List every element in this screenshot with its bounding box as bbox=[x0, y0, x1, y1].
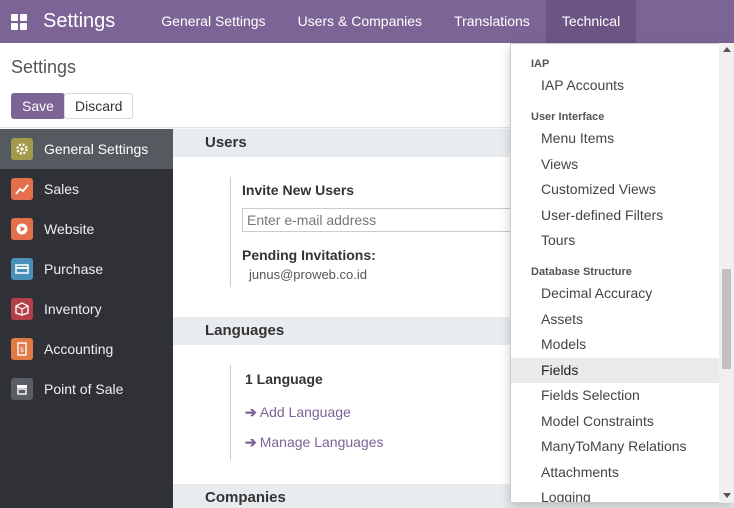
svg-text:$: $ bbox=[20, 346, 24, 354]
scroll-down-icon[interactable] bbox=[723, 493, 731, 498]
sidebar-item-label: General Settings bbox=[44, 141, 149, 157]
sidebar-item-accounting[interactable]: $ Accounting bbox=[0, 329, 173, 369]
nav-general-settings[interactable]: General Settings bbox=[145, 0, 281, 43]
arrow-right-icon: ➔ bbox=[245, 434, 257, 450]
menu-item-views[interactable]: Views bbox=[511, 152, 719, 177]
sidebar-item-label: Inventory bbox=[44, 301, 102, 317]
manage-languages-label: Manage Languages bbox=[259, 434, 384, 450]
menu-item-tours[interactable]: Tours bbox=[511, 228, 719, 253]
menu-item-models[interactable]: Models bbox=[511, 332, 719, 357]
globe-icon bbox=[11, 218, 33, 240]
menu-item-many2many-relations[interactable]: ManyToMany Relations bbox=[511, 434, 719, 459]
sidebar-item-website[interactable]: Website bbox=[0, 209, 173, 249]
technical-dropdown-menu: IAP IAP Accounts User Interface Menu Ite… bbox=[510, 43, 734, 503]
sidebar-item-inventory[interactable]: Inventory bbox=[0, 289, 173, 329]
menu-item-iap-accounts[interactable]: IAP Accounts bbox=[511, 73, 719, 98]
menu-item-model-constraints[interactable]: Model Constraints bbox=[511, 409, 719, 434]
gear-icon bbox=[11, 138, 33, 160]
menu-item-attachments[interactable]: Attachments bbox=[511, 460, 719, 485]
nav-translations[interactable]: Translations bbox=[438, 0, 546, 43]
menu-item-assets[interactable]: Assets bbox=[511, 307, 719, 332]
scrollbar-thumb[interactable] bbox=[722, 269, 731, 369]
menu-item-fields[interactable]: Fields bbox=[511, 358, 719, 383]
dropdown-header-database-structure: Database Structure bbox=[531, 266, 632, 278]
scroll-up-icon[interactable] bbox=[723, 47, 731, 52]
top-navbar: Settings General Settings Users & Compan… bbox=[0, 0, 734, 43]
settings-sidebar: General Settings Sales Website Purchase … bbox=[0, 129, 173, 508]
add-language-label: Add Language bbox=[259, 404, 351, 420]
section-divider bbox=[230, 365, 231, 460]
section-divider bbox=[230, 177, 231, 287]
pending-invitations-label: Pending Invitations: bbox=[242, 247, 376, 263]
menu-item-customized-views[interactable]: Customized Views bbox=[511, 177, 719, 202]
nav-technical[interactable]: Technical bbox=[545, 0, 637, 43]
dropdown-header-iap: IAP bbox=[531, 58, 550, 70]
sidebar-item-label: Website bbox=[44, 221, 95, 237]
menu-item-fields-selection[interactable]: Fields Selection bbox=[511, 383, 719, 408]
sidebar-item-purchase[interactable]: Purchase bbox=[0, 249, 173, 289]
store-icon bbox=[11, 378, 33, 400]
sidebar-item-general-settings[interactable]: General Settings bbox=[0, 129, 173, 169]
invite-email-input[interactable] bbox=[242, 208, 532, 232]
chart-icon bbox=[11, 178, 33, 200]
save-button[interactable]: Save bbox=[11, 93, 65, 119]
sidebar-item-label: Purchase bbox=[44, 261, 104, 277]
box-icon bbox=[11, 298, 33, 320]
arrow-right-icon: ➔ bbox=[245, 404, 257, 420]
sidebar-item-point-of-sale[interactable]: Point of Sale bbox=[0, 369, 173, 409]
app-brand[interactable]: Settings bbox=[43, 10, 115, 33]
nav-users-companies[interactable]: Users & Companies bbox=[282, 0, 439, 43]
menu-item-decimal-accuracy[interactable]: Decimal Accuracy bbox=[511, 281, 719, 306]
sidebar-item-sales[interactable]: Sales bbox=[0, 169, 173, 209]
dropdown-scrollbar[interactable] bbox=[719, 43, 734, 503]
dropdown-header-user-interface: User Interface bbox=[531, 111, 605, 123]
add-language-link[interactable]: ➔ Add Language bbox=[245, 404, 351, 421]
invite-users-label: Invite New Users bbox=[242, 182, 355, 198]
page-title: Settings bbox=[11, 57, 77, 77]
sidebar-item-label: Point of Sale bbox=[44, 381, 124, 397]
menu-item-menu-items[interactable]: Menu Items bbox=[511, 126, 719, 151]
manage-languages-link[interactable]: ➔ Manage Languages bbox=[245, 434, 384, 451]
menu-item-logging[interactable]: Logging bbox=[511, 485, 719, 502]
grid-icon[interactable] bbox=[11, 13, 27, 30]
card-icon bbox=[11, 258, 33, 280]
language-count: 1 Language bbox=[245, 371, 323, 387]
sidebar-item-label: Accounting bbox=[44, 341, 114, 357]
pending-invitation-email[interactable]: junus@proweb.co.id bbox=[249, 267, 367, 282]
invoice-icon: $ bbox=[11, 338, 33, 360]
menu-item-user-defined-filters[interactable]: User-defined Filters bbox=[511, 203, 719, 228]
discard-button[interactable]: Discard bbox=[64, 93, 134, 119]
sidebar-item-label: Sales bbox=[44, 181, 80, 197]
